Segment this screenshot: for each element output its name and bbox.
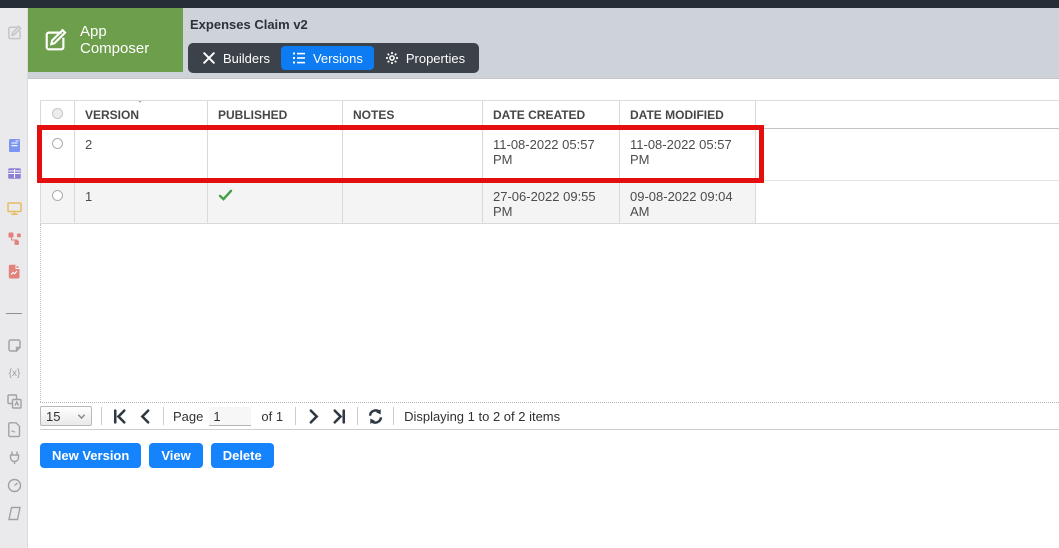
- process-icon[interactable]: [6, 230, 23, 247]
- separator: [295, 407, 297, 425]
- sort-indicator-icon: [136, 101, 144, 103]
- row-radio-version-2[interactable]: [52, 138, 63, 149]
- column-header-date-created[interactable]: DATE CREATED: [483, 101, 620, 128]
- view-button[interactable]: View: [149, 443, 203, 468]
- app-composer-logo[interactable]: App Composer: [28, 8, 183, 72]
- left-toolbar: {x}: [0, 8, 28, 548]
- tab-bar: Builders Versions Properties: [188, 43, 480, 73]
- prev-page-icon[interactable]: [137, 408, 154, 425]
- separator: [393, 407, 395, 425]
- published-cell: [208, 181, 343, 223]
- table-row-version-1[interactable]: 1 27-06-2022 09:55 PM 09-08-2022 09:04 A…: [40, 181, 1059, 224]
- page-of-label: of 1: [261, 408, 284, 424]
- notes-cell: [343, 129, 483, 180]
- action-buttons: New Version View Delete: [40, 443, 282, 468]
- variables-icon[interactable]: {x}: [6, 365, 23, 382]
- first-page-icon[interactable]: [111, 408, 128, 425]
- published-check-icon: [218, 189, 233, 201]
- table-row-version-2[interactable]: 2 11-08-2022 05:57 PM 11-08-2022 05:57 P…: [40, 129, 1059, 181]
- app-composer-window: {x} App Composer Expenses Claim v2 Build…: [0, 0, 1059, 548]
- column-header-published[interactable]: PUBLISHED: [208, 101, 343, 128]
- compose-icon[interactable]: [6, 24, 23, 41]
- column-header-date-modified[interactable]: DATE MODIFIED: [620, 101, 756, 128]
- page-number-input[interactable]: [209, 406, 252, 426]
- top-bar: [0, 0, 1059, 8]
- column-header-notes[interactable]: NOTES: [343, 101, 483, 128]
- copy-icon[interactable]: [6, 505, 23, 522]
- column-header-version[interactable]: VERSION: [75, 101, 208, 128]
- table-header-row: VERSION PUBLISHED NOTES DATE CREATED DAT…: [40, 100, 1059, 129]
- last-page-icon[interactable]: [331, 408, 348, 425]
- page-title: Expenses Claim v2: [190, 17, 308, 32]
- performance-icon[interactable]: [6, 477, 23, 494]
- tab-versions-label: Versions: [312, 50, 363, 66]
- page-size-value: 15: [46, 408, 61, 424]
- column-header-filler: [756, 101, 1059, 128]
- pencil-square-icon: [42, 27, 69, 54]
- row-select-cell: [40, 181, 75, 223]
- sidebar-divider: [6, 313, 22, 314]
- date-modified-cell: 09-08-2022 09:04 AM: [620, 181, 756, 223]
- date-modified-cell: 11-08-2022 05:57 PM: [620, 129, 756, 180]
- log-icon[interactable]: [6, 421, 23, 438]
- header-radio: [52, 108, 63, 119]
- next-page-icon[interactable]: [305, 408, 322, 425]
- plugin-icon[interactable]: [6, 449, 23, 466]
- published-cell: [208, 129, 343, 180]
- localization-icon[interactable]: [6, 393, 23, 410]
- logo-text: App Composer: [80, 23, 150, 57]
- tab-properties-label: Properties: [405, 50, 466, 66]
- builders-tools-icon: [202, 51, 216, 65]
- separator: [163, 407, 164, 425]
- report-icon[interactable]: [6, 263, 23, 280]
- filler-cell: [756, 181, 1059, 223]
- tab-properties[interactable]: Properties: [374, 46, 476, 70]
- version-cell: 2: [75, 129, 208, 180]
- gear-icon: [385, 51, 399, 65]
- date-created-cell: 11-08-2022 05:57 PM: [483, 129, 620, 180]
- page-label: Page: [173, 408, 204, 424]
- header: App Composer Expenses Claim v2 Builders V…: [28, 8, 1059, 79]
- form-icon[interactable]: [6, 137, 23, 154]
- select-all-cell: [40, 101, 75, 128]
- delete-button[interactable]: Delete: [210, 443, 274, 468]
- tab-builders-label: Builders: [223, 50, 270, 66]
- separator: [101, 407, 102, 425]
- row-select-cell: [40, 129, 75, 180]
- filler-cell: [756, 129, 1059, 180]
- versions-table: VERSION PUBLISHED NOTES DATE CREATED DAT…: [40, 100, 1059, 430]
- userview-icon[interactable]: [6, 200, 23, 217]
- notes-cell: [343, 181, 483, 223]
- tab-builders[interactable]: Builders: [191, 46, 281, 70]
- page-size-select[interactable]: 15: [40, 406, 92, 426]
- pagination-bar: 15 Page of 1: [40, 402, 1059, 430]
- refresh-icon[interactable]: [367, 408, 384, 425]
- tab-versions[interactable]: Versions: [280, 46, 374, 70]
- note-icon[interactable]: [6, 337, 23, 354]
- chevron-down-icon: [77, 412, 86, 421]
- pagination-status: Displaying 1 to 2 of 2 items: [404, 408, 561, 424]
- versions-list-icon: [292, 51, 306, 65]
- row-radio-version-1[interactable]: [52, 190, 63, 201]
- separator: [357, 407, 359, 425]
- table-empty-area: [40, 224, 1059, 402]
- datalist-icon[interactable]: [6, 165, 23, 182]
- date-created-cell: 27-06-2022 09:55 PM: [483, 181, 620, 223]
- new-version-button[interactable]: New Version: [40, 443, 142, 468]
- version-cell: 1: [75, 181, 208, 223]
